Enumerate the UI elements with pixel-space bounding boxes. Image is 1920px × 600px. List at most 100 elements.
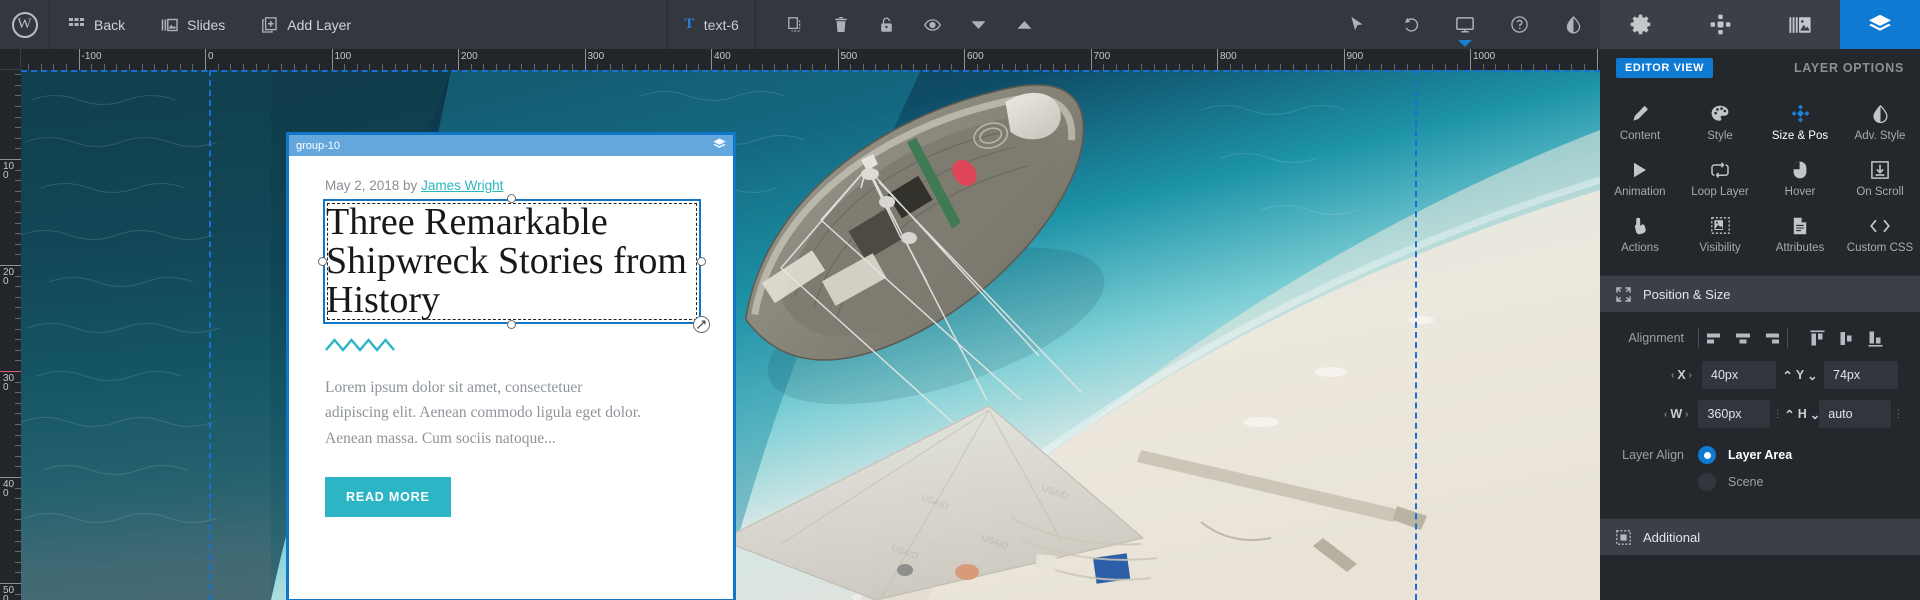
vertical-ruler[interactable]: 0100200300400500 (0, 49, 21, 600)
dashed-square-icon (1616, 529, 1631, 545)
ruler-tick-minor (1507, 64, 1509, 70)
resize-handle-bottom[interactable] (507, 320, 516, 330)
ruler-tick-minor (369, 64, 371, 70)
tab-actions[interactable]: Actions (1600, 207, 1680, 263)
tab-visibility[interactable]: Visibility (1680, 207, 1760, 263)
read-more-button[interactable]: READ MORE (325, 476, 451, 517)
ruler-tick-minor (15, 84, 21, 86)
delete-icon[interactable] (824, 0, 858, 49)
additional-section-header[interactable]: Additional (1600, 518, 1920, 555)
tab-adv-style[interactable]: Adv. Style (1840, 95, 1920, 151)
resize-handle-right[interactable] (697, 256, 706, 266)
tab-loop-layer[interactable]: Loop Layer (1680, 151, 1760, 207)
help-icon[interactable] (1502, 0, 1536, 49)
x-label-text: X (1677, 368, 1686, 382)
cursor-select-icon[interactable] (1340, 0, 1374, 49)
slides-library-icon[interactable] (1760, 0, 1840, 49)
align-bottom-icon[interactable] (1864, 328, 1886, 348)
selected-layer-chip[interactable]: T text-6 (667, 0, 756, 49)
ruler-tick-minor (521, 64, 523, 70)
horizontal-ruler[interactable]: -200-10001002003004005006007008009001000… (0, 49, 1600, 70)
tab-animation[interactable]: Animation (1600, 151, 1680, 207)
tab-attributes[interactable]: Attributes (1760, 207, 1840, 263)
visibility-eye-icon[interactable] (916, 0, 950, 49)
ruler-tick-minor (15, 127, 21, 129)
ruler-tick-minor (786, 64, 788, 70)
mouse-icon (1793, 160, 1807, 179)
w-input[interactable]: 360px (1698, 400, 1770, 428)
ruler-tick-minor (571, 64, 573, 70)
layers-stack-icon[interactable] (1840, 0, 1920, 49)
tab-size-and-pos[interactable]: Size & Pos (1760, 95, 1840, 151)
h-unit-menu-icon[interactable]: ⋮ (1891, 400, 1906, 428)
ruler-tick-minor (1014, 64, 1016, 70)
ruler-tick-minor (432, 64, 434, 70)
resize-handle-corner[interactable] (693, 316, 710, 334)
slide-canvas[interactable]: USAID USAID USAID USAID group-10 May 2, … (21, 70, 1600, 600)
preview-monitor-icon[interactable] (1448, 0, 1482, 49)
tab-on-scroll[interactable]: On Scroll (1840, 151, 1920, 207)
ruler-tick-major (78, 49, 80, 70)
guide-top[interactable] (21, 70, 1600, 72)
align-middle-icon[interactable] (1835, 328, 1857, 348)
align-left-icon[interactable] (1703, 328, 1725, 348)
align-top-icon[interactable] (1806, 328, 1828, 348)
chevron-left-icon-w: ‹ (1663, 408, 1668, 420)
droplet-icon (1872, 104, 1888, 123)
w-unit-menu-icon[interactable]: ⋮ (1770, 400, 1785, 428)
tab-label: Hover (1784, 186, 1816, 198)
headline-layer[interactable]: Three Remarkable Shipwreck Stories from … (318, 194, 710, 334)
wordpress-logo[interactable] (0, 0, 50, 49)
text-type-icon: T (684, 16, 694, 32)
y-input[interactable]: 74px (1824, 361, 1898, 389)
group-layer-header[interactable]: group-10 (289, 135, 733, 156)
slides-button[interactable]: Slides (143, 0, 243, 49)
radio-scene[interactable] (1698, 473, 1716, 491)
size-pos-icon (1791, 104, 1810, 123)
ruler-tick-minor (1141, 64, 1143, 70)
ruler-tick-minor (15, 466, 21, 468)
group-layer-card[interactable]: group-10 May 2, 2018 by James Wright Thr… (286, 132, 736, 600)
layers-stack-icon (713, 137, 726, 155)
guide-left[interactable] (209, 70, 211, 600)
undo-icon[interactable] (1394, 0, 1428, 49)
ruler-tick-minor (1039, 64, 1041, 70)
layer-options-button[interactable]: LAYER OPTIONS (1794, 61, 1904, 75)
h-input[interactable]: auto (1819, 400, 1891, 428)
resize-handle-top[interactable] (507, 194, 516, 203)
move-down-icon[interactable] (962, 0, 996, 49)
radio-label-scene: Scene (1728, 475, 1764, 489)
duplicate-icon[interactable] (778, 0, 812, 49)
layout-move-icon[interactable] (1680, 0, 1760, 49)
add-layer-button[interactable]: Add Layer (243, 0, 369, 49)
stepper-arrows-icon-2[interactable]: ⌄ (1807, 368, 1817, 383)
tab-style[interactable]: Style (1680, 95, 1760, 151)
contrast-icon[interactable] (1556, 0, 1590, 49)
ruler-tick-minor (1001, 64, 1003, 70)
tab-content[interactable]: Content (1600, 95, 1680, 151)
resize-handle-left[interactable] (318, 256, 327, 266)
alignment-label: Alignment (1628, 331, 1684, 345)
move-up-icon[interactable] (1008, 0, 1042, 49)
back-button[interactable]: Back (50, 0, 143, 49)
x-input[interactable]: 40px (1702, 361, 1776, 389)
post-author-link[interactable]: James Wright (421, 178, 503, 193)
layer-align-label: Layer Align (1622, 448, 1684, 462)
ruler-tick-minor (1254, 64, 1256, 70)
settings-gear-icon[interactable] (1600, 0, 1680, 49)
stepper-arrows-icon[interactable]: ⌃ (1782, 368, 1792, 383)
editor-view-button[interactable]: EDITOR VIEW (1616, 58, 1714, 78)
ruler-tick-major (711, 49, 712, 70)
ruler-tick-minor (1077, 64, 1079, 70)
guide-right[interactable] (1415, 70, 1417, 600)
lock-icon[interactable] (870, 0, 904, 49)
stepper-arrows-icon-h[interactable]: ⌃ (1784, 407, 1794, 422)
align-right-icon[interactable] (1761, 328, 1783, 348)
tab-custom-css[interactable]: Custom CSS (1840, 207, 1920, 263)
position-size-section-header[interactable]: Position & Size (1600, 275, 1920, 312)
ruler-tick-major (205, 49, 206, 70)
radio-layer-area[interactable] (1698, 446, 1716, 464)
ruler-tick-minor (1166, 64, 1168, 70)
tab-hover[interactable]: Hover (1760, 151, 1840, 207)
align-center-icon[interactable] (1732, 328, 1754, 348)
